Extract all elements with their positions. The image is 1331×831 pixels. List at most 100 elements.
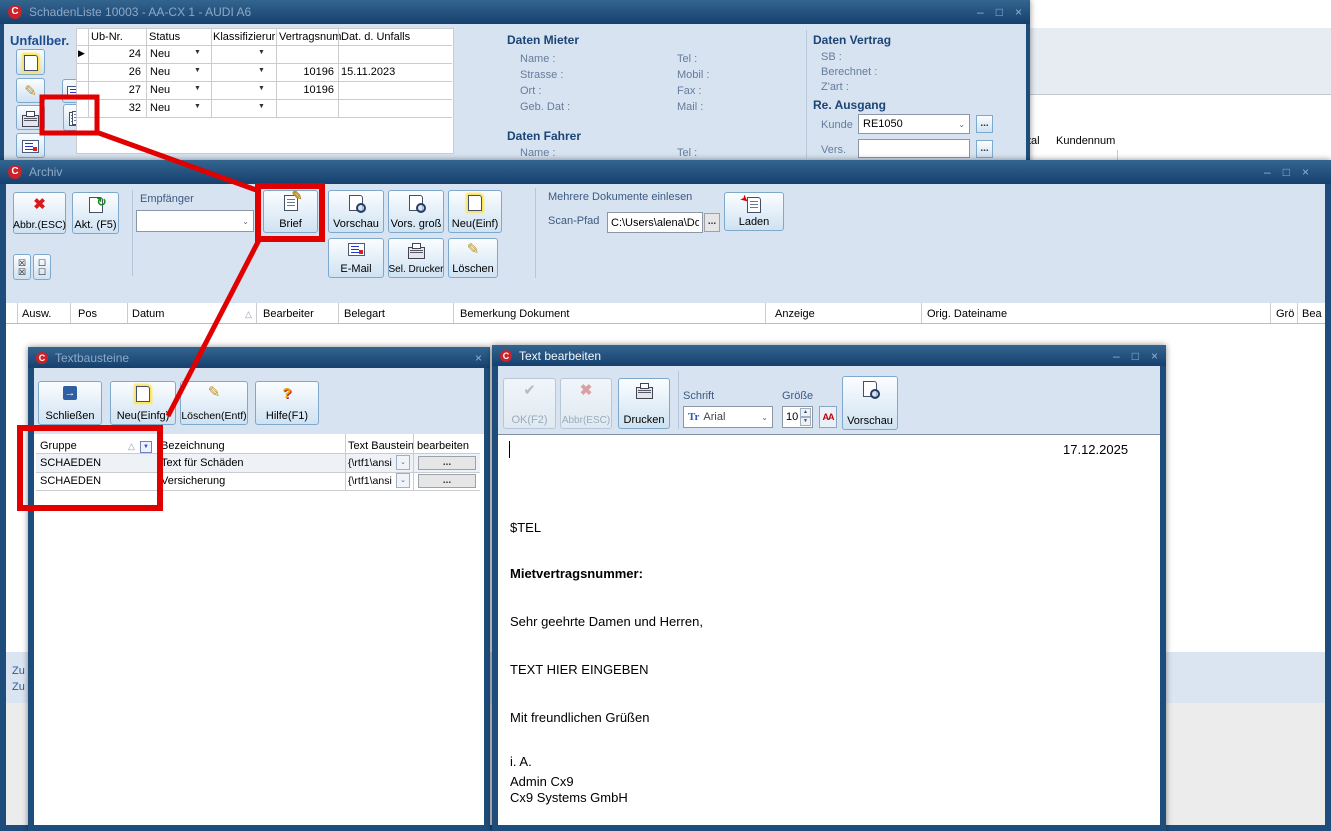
table-row-datum[interactable]: 15.11.2023 xyxy=(341,66,395,78)
tb-col-bearbeiten[interactable]: bearbeiten xyxy=(417,440,469,452)
archiv-col-bearbeiter[interactable]: Bearbeiter xyxy=(263,308,314,320)
email-button[interactable]: E-Mail xyxy=(328,238,384,278)
col-klassifizierung[interactable]: Klassifizierur xyxy=(213,31,275,43)
text-bearbeiten-titlebar[interactable]: C Text bearbeiten – □ × xyxy=(492,345,1166,366)
close-icon[interactable]: × xyxy=(1151,345,1158,367)
maximize-icon[interactable]: □ xyxy=(1283,161,1290,183)
minimize-icon[interactable]: – xyxy=(1113,345,1120,367)
loeschen-entf-button[interactable]: ✎ Löschen(Entf) xyxy=(180,381,248,425)
filter-icon[interactable]: ▼ xyxy=(140,441,152,453)
table-row-vertrag[interactable]: 10196 xyxy=(278,66,334,78)
tb-col-gruppe[interactable]: Gruppe xyxy=(40,440,77,452)
neu-einfg-button[interactable]: Neu(Einfg) xyxy=(110,381,176,425)
laden-button[interactable]: ➤ Laden xyxy=(724,192,784,231)
archiv-col-groesse[interactable]: Grö xyxy=(1276,308,1294,320)
vorschau-button[interactable]: Vorschau xyxy=(842,376,898,430)
klass-dropdown-icon[interactable]: ▼ xyxy=(258,67,265,74)
schadenliste-titlebar[interactable]: C SchadenListe 10003 - AA-CX 1 - AUDI A6… xyxy=(0,0,1030,24)
font-color-button[interactable]: AA xyxy=(819,406,837,428)
tb-cell-bezeichnung[interactable]: Text für Schäden xyxy=(161,457,244,469)
bearbeiten-button[interactable]: ... xyxy=(418,456,476,470)
kunde-browse-button[interactable]: ... xyxy=(976,115,993,133)
close-icon[interactable]: × xyxy=(475,347,482,369)
sort-asc-icon[interactable]: △ xyxy=(128,441,135,452)
new-damage-report-button[interactable] xyxy=(16,49,45,75)
kunde-combobox[interactable]: RE1050 ⌄ xyxy=(858,114,970,134)
archiv-col-anzeige[interactable]: Anzeige xyxy=(775,308,815,320)
spin-up-icon[interactable]: ▲ xyxy=(800,408,811,417)
close-icon[interactable]: × xyxy=(1015,1,1022,23)
drucken-button[interactable]: Drucken xyxy=(618,378,670,429)
col-datum-unfall[interactable]: Dat. d. Unfalls xyxy=(341,31,410,43)
klass-dropdown-icon[interactable]: ▼ xyxy=(258,49,265,56)
col-vertragsnum[interactable]: Vertragsnum xyxy=(279,31,341,43)
tb-cell-baustein[interactable]: {\rtf1\ansi xyxy=(348,475,392,487)
abbrechen-button[interactable]: ✖ Abbr(ESC) xyxy=(560,378,612,429)
scan-pfad-browse-button[interactable]: ... xyxy=(704,213,720,232)
tb-col-baustein[interactable]: Text Baustein xyxy=(348,440,414,452)
select-all-button[interactable]: ☒☒ xyxy=(13,254,31,280)
tb-cell-baustein[interactable]: {\rtf1\ansi xyxy=(348,457,392,469)
vers-input[interactable] xyxy=(858,139,970,158)
font-combobox[interactable]: Tr Arial ⌄ xyxy=(683,406,773,428)
empfaenger-combobox[interactable]: ⌄ xyxy=(136,210,254,232)
archiv-col-datum[interactable]: Datum xyxy=(132,308,164,320)
col-ub-nr[interactable]: Ub-Nr. xyxy=(91,31,123,43)
minimize-icon[interactable]: – xyxy=(1264,161,1271,183)
col-status[interactable]: Status xyxy=(149,31,180,43)
abbrechen-button[interactable]: ✖ Abbr.(ESC) xyxy=(13,192,66,234)
maximize-icon[interactable]: □ xyxy=(996,1,1003,23)
vers-browse-button[interactable]: ... xyxy=(976,140,993,158)
editor-area[interactable] xyxy=(498,434,1160,825)
schliessen-button[interactable]: → Schließen xyxy=(38,381,102,425)
edit-damage-report-button[interactable]: ✎ xyxy=(16,78,45,103)
sort-asc-icon[interactable]: △ xyxy=(245,309,252,320)
archiv-col-bea[interactable]: Bea xyxy=(1302,308,1322,320)
table-row-status[interactable]: Neu xyxy=(150,102,170,114)
scan-pfad-input[interactable] xyxy=(607,212,703,233)
table-row-status[interactable]: Neu xyxy=(150,84,170,96)
table-row-status[interactable]: Neu xyxy=(150,48,170,60)
vorschau-gross-button[interactable]: Vors. groß xyxy=(388,190,444,233)
status-dropdown-icon[interactable]: ▼ xyxy=(194,49,201,56)
klass-dropdown-icon[interactable]: ▼ xyxy=(258,103,265,110)
archiv-col-pos[interactable]: Pos xyxy=(78,308,97,320)
aktualisieren-button[interactable]: ↻ Akt. (F5) xyxy=(72,192,119,234)
archiv-col-dateiname[interactable]: Orig. Dateiname xyxy=(927,308,1007,320)
baustein-dropdown[interactable]: ⌄ xyxy=(396,455,410,470)
loeschen-button[interactable]: ✎ Löschen xyxy=(448,238,498,278)
neu-button[interactable]: Neu(Einf) xyxy=(448,190,502,233)
vorschau-button[interactable]: Vorschau xyxy=(328,190,384,233)
table-row-ub[interactable]: 32 xyxy=(88,102,141,114)
close-icon[interactable]: × xyxy=(1302,161,1309,183)
klass-dropdown-icon[interactable]: ▼ xyxy=(258,85,265,92)
minimize-icon[interactable]: – xyxy=(977,1,984,23)
select-none-button[interactable]: ☐☐ xyxy=(33,254,51,280)
size-stepper[interactable]: 10 ▲ ▼ xyxy=(782,406,813,428)
status-dropdown-icon[interactable]: ▼ xyxy=(194,103,201,110)
archiv-col-bemerkung[interactable]: Bemerkung Dokument xyxy=(460,308,569,320)
archiv-col-belegart[interactable]: Belegart xyxy=(344,308,385,320)
brief-button[interactable]: ✎ Brief xyxy=(263,190,318,233)
textbausteine-titlebar[interactable]: C Textbausteine × xyxy=(28,347,490,368)
print-damage-report-button[interactable] xyxy=(16,105,45,130)
tb-cell-gruppe[interactable]: SCHAEDEN xyxy=(40,475,101,487)
archiv-col-ausw[interactable]: Ausw. xyxy=(22,308,51,320)
spin-down-icon[interactable]: ▼ xyxy=(800,417,811,426)
hilfe-button[interactable]: ? Hilfe(F1) xyxy=(255,381,319,425)
archiv-titlebar[interactable]: C Archiv – □ × xyxy=(0,160,1331,184)
form-button-2[interactable] xyxy=(16,133,45,158)
table-row-ub[interactable]: 24 xyxy=(88,48,141,60)
maximize-icon[interactable]: □ xyxy=(1132,345,1139,367)
baustein-dropdown[interactable]: ⌄ xyxy=(396,473,410,488)
ok-button[interactable]: ✔ OK(F2) xyxy=(503,378,556,429)
status-dropdown-icon[interactable]: ▼ xyxy=(194,85,201,92)
tb-cell-bezeichnung[interactable]: Versicherung xyxy=(161,475,225,487)
table-row-ub[interactable]: 27 xyxy=(88,84,141,96)
table-row-ub[interactable]: 26 xyxy=(88,66,141,78)
table-row-vertrag[interactable]: 10196 xyxy=(278,84,334,96)
tb-cell-gruppe[interactable]: SCHAEDEN xyxy=(40,457,101,469)
sel-drucker-button[interactable]: Sel. Drucker xyxy=(388,238,444,278)
tb-col-bezeichnung[interactable]: Bezeichnung xyxy=(161,440,225,452)
table-row-status[interactable]: Neu xyxy=(150,66,170,78)
